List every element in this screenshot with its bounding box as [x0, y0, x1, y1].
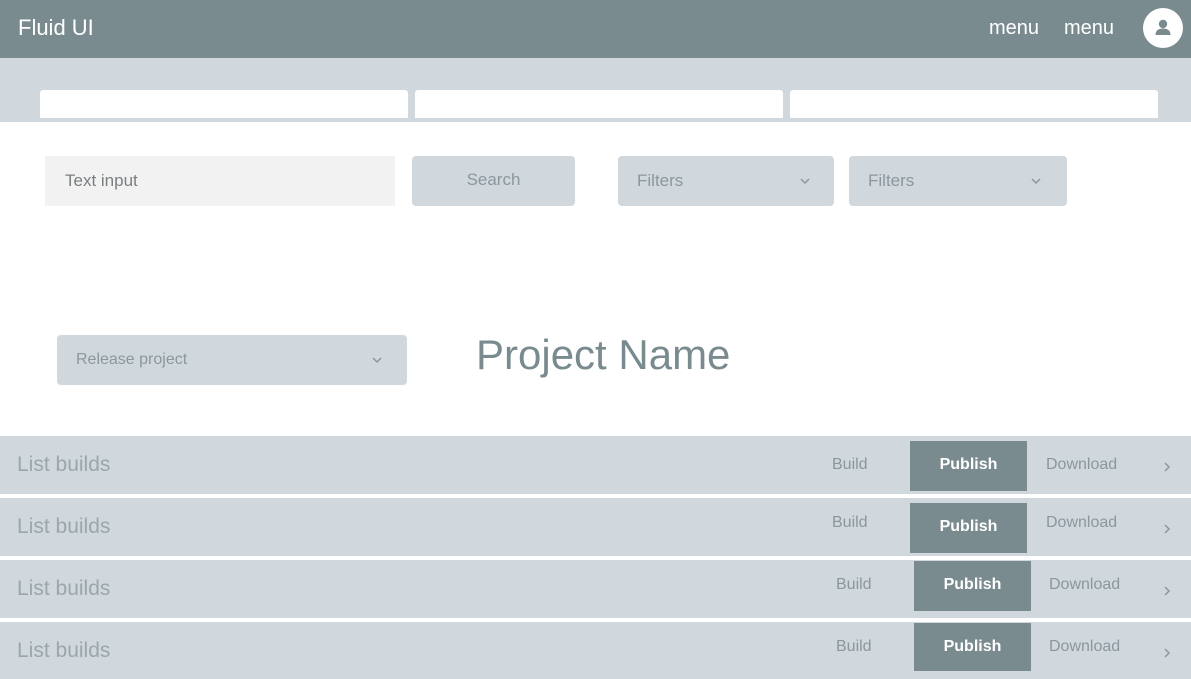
- user-avatar-icon[interactable]: [1143, 8, 1183, 48]
- download-button[interactable]: Download: [1049, 560, 1120, 618]
- tab-3[interactable]: [790, 90, 1158, 118]
- build-button[interactable]: Build: [832, 498, 868, 556]
- publish-button[interactable]: Publish: [910, 441, 1027, 491]
- top-bar: Fluid UI menu menu: [0, 0, 1191, 58]
- menu-link-1[interactable]: menu: [989, 17, 1039, 40]
- list-row-label: List builds: [17, 515, 111, 538]
- chevron-down-icon: [372, 357, 382, 364]
- download-button[interactable]: Download: [1046, 498, 1117, 556]
- chevron-right-icon[interactable]: [1162, 523, 1172, 535]
- chevron-right-icon[interactable]: [1162, 585, 1172, 597]
- list-row: List builds Build Publish Download: [0, 622, 1191, 679]
- publish-button[interactable]: Publish: [914, 561, 1031, 611]
- publish-button[interactable]: Publish: [910, 503, 1027, 553]
- tab-1[interactable]: [40, 90, 408, 118]
- tab-strip: [0, 58, 1191, 122]
- build-button[interactable]: Build: [832, 436, 868, 494]
- filters-dropdown-label: Filters: [637, 171, 684, 190]
- publish-button[interactable]: Publish: [914, 623, 1031, 671]
- search-input[interactable]: [45, 156, 395, 206]
- search-button[interactable]: Search: [412, 156, 575, 206]
- chevron-right-icon[interactable]: [1162, 461, 1172, 473]
- chevron-down-icon: [800, 178, 810, 185]
- download-button[interactable]: Download: [1049, 622, 1120, 679]
- list-row-label: List builds: [17, 639, 111, 662]
- filters-dropdown-1[interactable]: Filters: [618, 156, 834, 206]
- chevron-right-icon[interactable]: [1162, 647, 1172, 659]
- filters-dropdown-label: Filters: [868, 171, 915, 190]
- chevron-down-icon: [1031, 178, 1041, 185]
- project-title: Project Name: [476, 331, 731, 378]
- brand-logo[interactable]: Fluid UI: [18, 15, 94, 41]
- list-row: List builds Build Publish Download: [0, 498, 1191, 556]
- menu-link-2[interactable]: menu: [1064, 17, 1114, 40]
- filters-dropdown-2[interactable]: Filters: [849, 156, 1067, 206]
- user-avatar-icon-graphic: [1155, 19, 1171, 35]
- list-row-label: List builds: [17, 453, 111, 476]
- download-button[interactable]: Download: [1046, 436, 1117, 494]
- list-row-label: List builds: [17, 577, 111, 600]
- tab-2[interactable]: [415, 90, 783, 118]
- list-row: List builds Build Publish Download: [0, 436, 1191, 494]
- build-button[interactable]: Build: [836, 560, 872, 618]
- build-button[interactable]: Build: [836, 622, 872, 679]
- list-row: List builds Build Publish Download: [0, 560, 1191, 618]
- release-project-dropdown[interactable]: Release project: [57, 335, 407, 385]
- release-project-label: Release project: [76, 351, 188, 368]
